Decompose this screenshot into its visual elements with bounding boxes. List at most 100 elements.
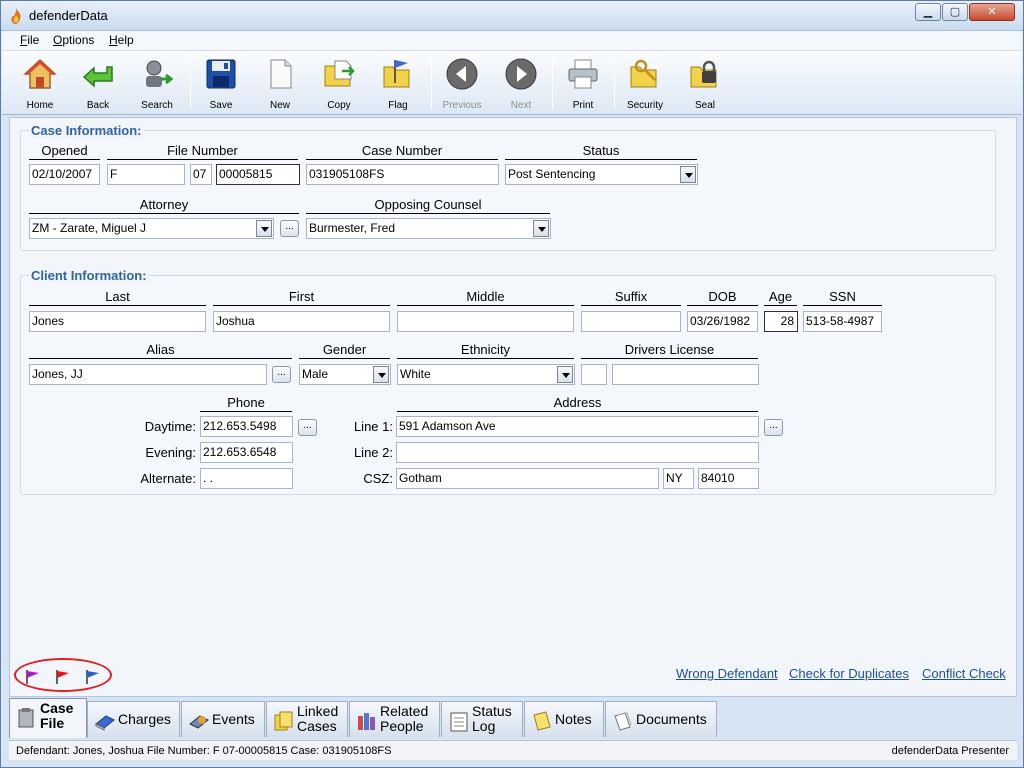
seal-button[interactable]: Seal	[676, 57, 734, 113]
attorney-select[interactable]: ZM - Zarate, Miguel J	[29, 218, 274, 239]
middle-name-field[interactable]	[397, 311, 574, 332]
file-number-label: File Number	[107, 143, 298, 160]
ethnicity-select[interactable]: White	[397, 364, 575, 385]
dob-field[interactable]: 03/26/1982	[687, 311, 758, 332]
new-button[interactable]: New	[251, 57, 309, 113]
tab-bar: Case File Charges Events Linked Cases Re…	[9, 698, 1017, 740]
opposing-counsel-label: Opposing Counsel	[306, 197, 550, 214]
search-button[interactable]: Search	[128, 57, 186, 113]
minimize-button[interactable]: ▁	[915, 3, 941, 21]
address-line1-field[interactable]: 591 Adamson Ave	[396, 416, 759, 437]
printer-icon	[568, 59, 598, 89]
security-keys-icon	[630, 59, 657, 88]
flag-button[interactable]: Flag	[369, 57, 427, 113]
print-button[interactable]: Print	[554, 57, 612, 113]
home-icon	[23, 58, 57, 89]
chevron-down-icon[interactable]	[557, 366, 573, 383]
zip-field[interactable]: 84010	[698, 468, 759, 489]
close-button[interactable]: ✕	[969, 3, 1015, 21]
first-name-field[interactable]: Joshua	[213, 311, 390, 332]
copy-button[interactable]: Copy	[310, 57, 368, 113]
status-select[interactable]: Post Sentencing	[505, 164, 698, 185]
case-file-panel: Case Information: Opened File Number Cas…	[9, 117, 1017, 697]
tab-documents[interactable]: Documents	[605, 701, 717, 737]
purple-flag-icon[interactable]	[25, 669, 41, 685]
ethnicity-label: Ethnicity	[397, 342, 574, 359]
alias-field[interactable]: Jones, JJ	[29, 364, 267, 385]
tab-status-log[interactable]: Status Log	[441, 701, 523, 737]
save-button[interactable]: Save	[192, 57, 250, 113]
tab-case-file[interactable]: Case File	[9, 698, 87, 738]
next-button[interactable]: Next	[492, 57, 550, 113]
alternate-phone-field[interactable]: . .	[200, 468, 293, 489]
toolbar-separator	[552, 57, 553, 109]
red-flag-icon[interactable]	[55, 669, 71, 685]
drivers-license-number-field[interactable]	[612, 364, 759, 385]
evening-phone-field[interactable]: 212.653.6548	[200, 442, 293, 463]
daytime-phone-label: Daytime:	[144, 419, 196, 434]
city-field[interactable]: Gotham	[396, 468, 659, 489]
seal-lock-icon	[690, 60, 717, 88]
tab-events[interactable]: Events	[181, 701, 265, 737]
status-app-name: defenderData Presenter	[891, 745, 1009, 757]
file-year-field[interactable]: 07	[190, 164, 212, 185]
opened-label: Opened	[29, 143, 100, 160]
status-defendant-info: Defendant: Jones, Joshua File Number: F …	[16, 745, 392, 757]
address-label: Address	[397, 395, 758, 412]
previous-button[interactable]: Previous	[433, 57, 491, 113]
tab-linked-cases[interactable]: Linked Cases	[266, 701, 348, 737]
opposing-counsel-select[interactable]: Burmester, Fred	[306, 218, 551, 239]
home-button[interactable]: Home	[11, 57, 69, 113]
chevron-down-icon[interactable]	[533, 220, 549, 237]
last-name-field[interactable]: Jones	[29, 311, 206, 332]
menu-options[interactable]: Options	[53, 33, 94, 47]
chevron-down-icon[interactable]	[256, 220, 272, 237]
floppy-disk-icon	[206, 59, 236, 89]
suffix-label: Suffix	[581, 289, 681, 306]
drivers-license-state-field[interactable]	[581, 364, 607, 385]
status-label: Status	[505, 143, 697, 160]
search-user-icon	[146, 60, 174, 87]
phone-lookup-button[interactable]: ...	[298, 419, 317, 436]
wrong-defendant-link[interactable]: Wrong Defendant	[676, 666, 778, 681]
maximize-button[interactable]: ▢	[942, 3, 968, 21]
flag-folder-icon	[383, 60, 410, 88]
back-button[interactable]: Back	[69, 57, 127, 113]
tab-notes[interactable]: Notes	[524, 701, 604, 737]
conflict-check-link[interactable]: Conflict Check	[922, 666, 1006, 681]
check-duplicates-link[interactable]: Check for Duplicates	[789, 666, 909, 681]
suffix-field[interactable]	[581, 311, 681, 332]
security-button[interactable]: Security	[616, 57, 674, 113]
alternate-phone-label: Alternate:	[140, 471, 196, 486]
menu-help[interactable]: Help	[109, 33, 134, 47]
opened-date-field[interactable]: 02/10/2007	[29, 164, 100, 185]
case-number-field[interactable]: 031905108FS	[306, 164, 499, 185]
dob-label: DOB	[687, 289, 758, 306]
previous-arrow-icon	[446, 58, 478, 90]
address-lookup-button[interactable]: ...	[764, 419, 783, 436]
chevron-down-icon[interactable]	[373, 366, 389, 383]
tab-related-people[interactable]: Related People	[349, 701, 440, 737]
flame-icon	[11, 8, 21, 24]
documents-icon	[614, 712, 632, 731]
attorney-lookup-button[interactable]: ...	[280, 220, 299, 237]
menu-file[interactable]: File	[20, 33, 39, 47]
attorney-label: Attorney	[29, 197, 299, 214]
age-field[interactable]: 28	[764, 311, 798, 332]
address-line2-field[interactable]	[396, 442, 759, 463]
gender-select[interactable]: Male	[299, 364, 391, 385]
address-line1-label: Line 1:	[353, 419, 393, 434]
file-sequence-field[interactable]: 00005815	[216, 164, 300, 185]
ssn-field[interactable]: 513-58-4987	[803, 311, 882, 332]
tab-charges[interactable]: Charges	[87, 701, 180, 737]
case-number-label: Case Number	[306, 143, 498, 160]
linked-cases-icon	[274, 711, 293, 731]
blue-flag-icon[interactable]	[85, 669, 101, 685]
chevron-down-icon[interactable]	[680, 166, 696, 183]
file-prefix-field[interactable]: F	[107, 164, 185, 185]
next-arrow-icon	[505, 58, 537, 90]
alias-lookup-button[interactable]: ...	[272, 366, 291, 383]
gender-label: Gender	[299, 342, 390, 359]
state-field[interactable]: NY	[663, 468, 694, 489]
daytime-phone-field[interactable]: 212.653.5498	[200, 416, 293, 437]
